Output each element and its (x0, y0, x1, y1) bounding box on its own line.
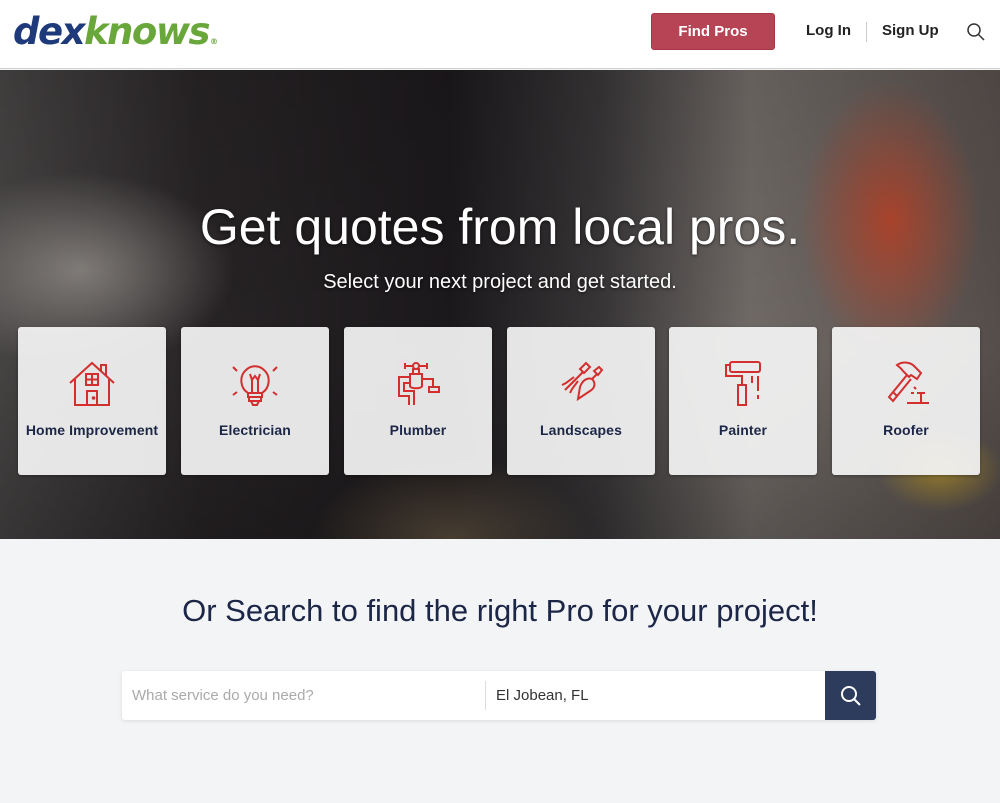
category-roofer[interactable]: Roofer (832, 327, 980, 475)
nav-divider (866, 22, 867, 42)
location-input[interactable] (496, 671, 816, 720)
category-label: Painter (718, 422, 768, 438)
category-landscapes[interactable]: Landscapes (507, 327, 655, 475)
site-header: dexknows® Find Pros Log In Sign Up (0, 0, 1000, 69)
service-input[interactable] (132, 671, 482, 720)
category-label: Electrician (219, 422, 291, 438)
hero-subtitle: Select your next project and get started… (323, 271, 677, 293)
signup-link[interactable]: Sign Up (882, 22, 939, 39)
dexknows-logo[interactable]: dexknows® (13, 9, 218, 65)
lightbulb-icon (230, 359, 280, 411)
search-icon[interactable] (966, 22, 986, 42)
category-home-improvement[interactable]: Home Improvement (18, 327, 166, 475)
category-label: Landscapes (540, 422, 622, 438)
category-label: Plumber (389, 422, 447, 438)
find-pros-button[interactable]: Find Pros (651, 13, 775, 50)
search-icon (840, 685, 861, 706)
category-label: Home Improvement (25, 422, 159, 438)
field-divider (485, 681, 486, 710)
paint-roller-icon (718, 359, 768, 411)
hero-banner: Get quotes from local pros. Select your … (0, 70, 1000, 539)
category-plumber[interactable]: Plumber (344, 327, 492, 475)
login-link[interactable]: Log In (806, 22, 851, 39)
category-electrician[interactable]: Electrician (181, 327, 329, 475)
hammer-icon (881, 359, 931, 411)
search-section: Or Search to find the right Pro for your… (0, 539, 1000, 803)
hero-title: Get quotes from local pros. (199, 199, 801, 255)
search-button[interactable] (825, 671, 876, 720)
category-label: Roofer (883, 422, 929, 438)
garden-tools-icon (556, 359, 606, 411)
house-icon (67, 359, 117, 411)
search-heading: Or Search to find the right Pro for your… (182, 593, 818, 628)
category-painter[interactable]: Painter (669, 327, 817, 475)
search-bar (122, 671, 876, 720)
faucet-icon (393, 359, 443, 411)
